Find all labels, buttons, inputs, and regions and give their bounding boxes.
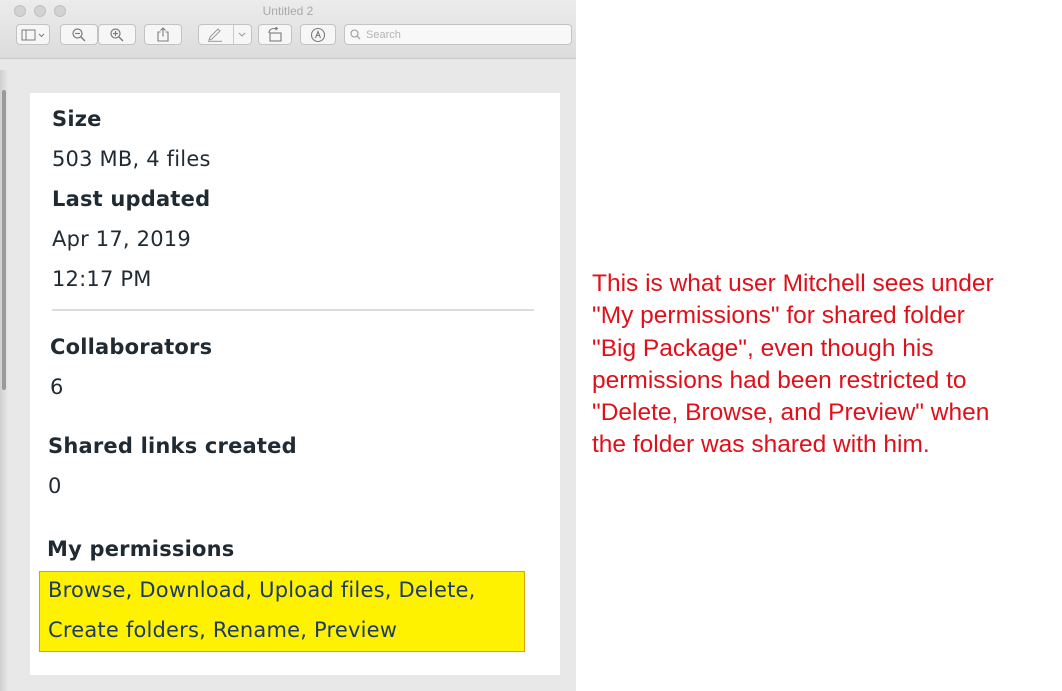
size-value: 503 MB, 4 files	[52, 147, 211, 171]
search-field[interactable]	[344, 24, 572, 45]
share-button[interactable]	[144, 24, 182, 45]
last-updated-time: 12:17 PM	[52, 267, 152, 291]
annotation-line: the folder was shared with him.	[592, 431, 930, 459]
scrollbar[interactable]	[2, 90, 6, 390]
zoom-out-icon	[72, 27, 86, 41]
left-window-edge	[0, 70, 8, 691]
collaborators-label: Collaborators	[50, 335, 213, 359]
sidebar-icon	[21, 29, 45, 40]
annotation-line: "Delete, Browse, and Preview" when	[592, 399, 990, 427]
permissions-line-1: Browse, Download, Upload files, Delete,	[48, 578, 476, 602]
last-updated-label: Last updated	[52, 187, 211, 211]
section-divider	[52, 309, 534, 311]
permissions-line-2: Create folders, Rename, Preview	[48, 618, 398, 642]
zoom-out-button[interactable]	[60, 24, 98, 45]
chevron-down-icon	[238, 32, 246, 37]
folder-details-card: Size 503 MB, 4 files Last updated Apr 17…	[30, 93, 560, 675]
zoom-in-icon	[110, 27, 124, 41]
annotation-line: "My permissions" for shared folder	[592, 302, 965, 330]
search-input[interactable]	[366, 28, 556, 41]
shared-links-value: 0	[48, 474, 62, 498]
zoom-in-button[interactable]	[98, 24, 136, 45]
pen-icon	[208, 27, 222, 42]
search-icon	[350, 29, 361, 40]
annotation-line: permissions had been restricted to	[592, 366, 967, 394]
annotation-line: This is what user Mitchell sees under	[592, 270, 994, 297]
titlebar: Untitled 2	[0, 0, 576, 59]
permissions-highlight: Browse, Download, Upload files, Delete, …	[39, 571, 525, 652]
preview-window: Untitled 2 Search Size 503 MB, 4 files L…	[0, 0, 576, 691]
rotate-icon	[268, 27, 282, 42]
window-title: Untitled 2	[262, 4, 314, 18]
shared-links-label: Shared links created	[48, 434, 297, 458]
markup-toolbar-button[interactable]	[300, 24, 336, 45]
markup-icon	[310, 27, 326, 42]
annotation-note: This is what user Mitchell sees under "M…	[592, 268, 1054, 462]
size-label: Size	[52, 107, 102, 131]
collaborators-value: 6	[50, 375, 64, 399]
annotation-line: "Big Package", even though his	[592, 334, 934, 362]
last-updated-date: Apr 17, 2019	[52, 227, 191, 251]
my-permissions-label: My permissions	[47, 537, 235, 561]
share-icon	[157, 27, 169, 42]
sidebar-toggle-button[interactable]	[16, 24, 50, 45]
markup-pen-button[interactable]	[198, 24, 252, 45]
rotate-button[interactable]	[258, 24, 292, 45]
